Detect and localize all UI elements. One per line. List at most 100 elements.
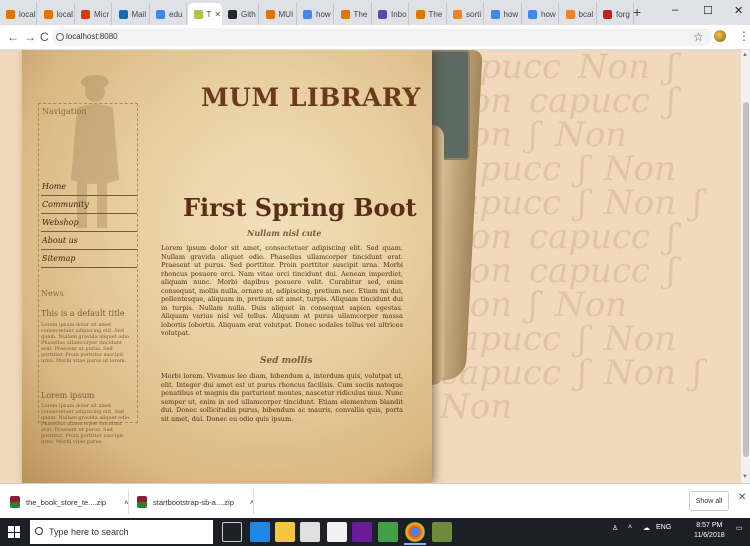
mail-icon[interactable] bbox=[327, 522, 347, 542]
browser-tab[interactable]: local bbox=[0, 3, 37, 25]
browser-tab[interactable]: forg bbox=[597, 3, 634, 25]
eclipse-icon[interactable] bbox=[432, 522, 452, 542]
reload-button[interactable]: C bbox=[40, 30, 49, 44]
tab-favicon-icon bbox=[565, 9, 575, 19]
chrome-icon[interactable] bbox=[405, 522, 425, 542]
tab-favicon-icon bbox=[228, 9, 237, 19]
tab-label: Gith bbox=[241, 9, 256, 19]
download-item[interactable]: startbootstrap-sb-a....zip ˄ bbox=[137, 492, 254, 512]
taskbar: Type here to search ♙ ˄ ☁ ENG 8:57 PM 11… bbox=[0, 518, 750, 546]
download-filename: startbootstrap-sb-a....zip bbox=[153, 497, 234, 507]
browser-tab[interactable]: how bbox=[522, 3, 559, 25]
tab-label: how bbox=[541, 9, 556, 19]
minimize-button[interactable]: – bbox=[672, 4, 678, 16]
news-body: Lorem ipsum dolor sit amet consectetuer … bbox=[41, 322, 131, 364]
nav-link-sitemap[interactable]: Sitemap bbox=[41, 250, 137, 268]
windows-start-icon[interactable] bbox=[8, 526, 20, 538]
tab-label: The bbox=[428, 9, 443, 19]
browser-tab[interactable]: Inbo bbox=[372, 3, 409, 25]
tab-favicon-icon bbox=[6, 9, 15, 19]
notepad-icon[interactable] bbox=[378, 522, 398, 542]
zip-file-icon bbox=[137, 496, 147, 508]
close-window-button[interactable]: ✕ bbox=[734, 4, 743, 17]
tab-favicon-icon bbox=[340, 9, 350, 19]
browser-toolbar: ← → C localhost:8080 bbox=[0, 25, 750, 50]
tab-label: local bbox=[56, 9, 73, 19]
browser-menu-icon[interactable]: ⋮ bbox=[738, 29, 750, 43]
browser-tab[interactable]: sorti bbox=[447, 3, 484, 25]
address-bar[interactable]: localhost:8080 bbox=[52, 28, 712, 46]
tab-label: local bbox=[19, 9, 36, 19]
tab-label: Mail bbox=[131, 9, 147, 19]
tab-label: sorti bbox=[466, 9, 482, 19]
browser-tab[interactable]: how bbox=[485, 3, 522, 25]
scroll-down-icon[interactable]: ▼ bbox=[742, 474, 748, 480]
content-title: First Spring Boot bbox=[183, 193, 417, 222]
tab-label: MUI bbox=[278, 9, 294, 19]
nav-link-webshop[interactable]: Webshop bbox=[41, 214, 137, 232]
scrollbar-thumb[interactable] bbox=[743, 102, 749, 457]
tab-favicon-icon bbox=[265, 9, 275, 19]
notification-icon[interactable]: ▭ bbox=[736, 524, 743, 532]
taskbar-clock[interactable]: 8:57 PM 11/6/2018 bbox=[694, 521, 725, 541]
taskbar-search-input[interactable]: Type here to search bbox=[30, 520, 213, 544]
background-script-texture: capucc Non ʃ Non capucc ʃ Non ʃ Non capu… bbox=[440, 50, 703, 427]
tab-label: T bbox=[206, 9, 212, 19]
browser-tab[interactable]: Mail bbox=[113, 3, 150, 25]
tab-label: edu bbox=[169, 9, 183, 19]
tab-favicon-icon bbox=[81, 9, 90, 19]
tab-favicon-icon bbox=[415, 9, 425, 19]
address-text: localhost:8080 bbox=[66, 32, 118, 41]
nav-link-about-us[interactable]: About us bbox=[41, 232, 137, 250]
language-indicator[interactable]: ENG bbox=[656, 524, 671, 531]
file-explorer-icon[interactable] bbox=[275, 522, 295, 542]
browser-tab[interactable]: bcal bbox=[560, 3, 597, 25]
tab-label: how bbox=[503, 9, 519, 19]
browser-tab[interactable]: The bbox=[410, 3, 447, 25]
show-all-button[interactable]: Show all bbox=[689, 491, 729, 511]
news-body-2: Lorem ipsum dolor sit amet consectetuer … bbox=[41, 403, 131, 445]
content-paragraph-2: Morbi lorem. Vivamus leo diam, bibendum … bbox=[161, 372, 403, 423]
content-heading-2: Sed mollis bbox=[260, 356, 313, 366]
tab-close-icon[interactable]: ✕ bbox=[214, 10, 221, 19]
clock-time: 8:57 PM bbox=[696, 522, 723, 529]
store-icon[interactable] bbox=[300, 522, 320, 542]
bookmark-star-icon[interactable]: ☆ bbox=[693, 30, 704, 44]
tab-favicon-icon bbox=[603, 9, 612, 19]
divider bbox=[253, 489, 254, 514]
new-tab-button[interactable]: + bbox=[633, 4, 641, 20]
tray-chevron-icon[interactable]: ˄ bbox=[628, 524, 632, 531]
browser-tab[interactable]: The bbox=[335, 3, 372, 25]
browser-tab[interactable]: edu bbox=[150, 3, 187, 25]
forward-button[interactable]: → bbox=[24, 30, 36, 44]
maximize-button[interactable]: ☐ bbox=[703, 4, 713, 17]
browser-tab[interactable]: T ✕ bbox=[187, 3, 222, 25]
nav-link-community[interactable]: Community bbox=[41, 196, 137, 214]
divider bbox=[128, 489, 129, 514]
info-icon[interactable] bbox=[56, 33, 64, 41]
search-placeholder: Type here to search bbox=[49, 527, 129, 537]
browser-tab[interactable]: Micr bbox=[75, 3, 112, 25]
task-view-icon[interactable] bbox=[222, 522, 242, 542]
tab-favicon-icon bbox=[490, 9, 500, 19]
extension-icon[interactable] bbox=[714, 30, 726, 42]
person-icon[interactable]: ♙ bbox=[612, 524, 618, 532]
nav-heading: Navigation bbox=[42, 107, 87, 116]
tab-favicon-icon bbox=[303, 9, 312, 19]
browser-tab[interactable]: MUI bbox=[260, 3, 297, 25]
cloud-icon[interactable]: ☁ bbox=[643, 524, 650, 532]
back-button[interactable]: ← bbox=[7, 30, 19, 44]
edge-icon[interactable] bbox=[250, 522, 270, 542]
nav-link-home[interactable]: Home bbox=[41, 178, 137, 196]
browser-tab[interactable]: Gith bbox=[222, 3, 259, 25]
tab-favicon-icon bbox=[453, 9, 462, 19]
close-downloads-icon[interactable]: ✕ bbox=[738, 492, 746, 503]
zip-file-icon bbox=[10, 496, 20, 508]
content-subtitle: Nullam nisl cute bbox=[247, 228, 322, 238]
onenote-icon[interactable] bbox=[352, 522, 372, 542]
download-item[interactable]: the_book_store_te....zip ˄ bbox=[10, 492, 128, 512]
tab-favicon-icon bbox=[193, 9, 203, 19]
browser-tab[interactable]: local bbox=[38, 3, 75, 25]
browser-tab[interactable]: how bbox=[297, 3, 334, 25]
scroll-up-icon[interactable]: ▲ bbox=[742, 52, 748, 58]
